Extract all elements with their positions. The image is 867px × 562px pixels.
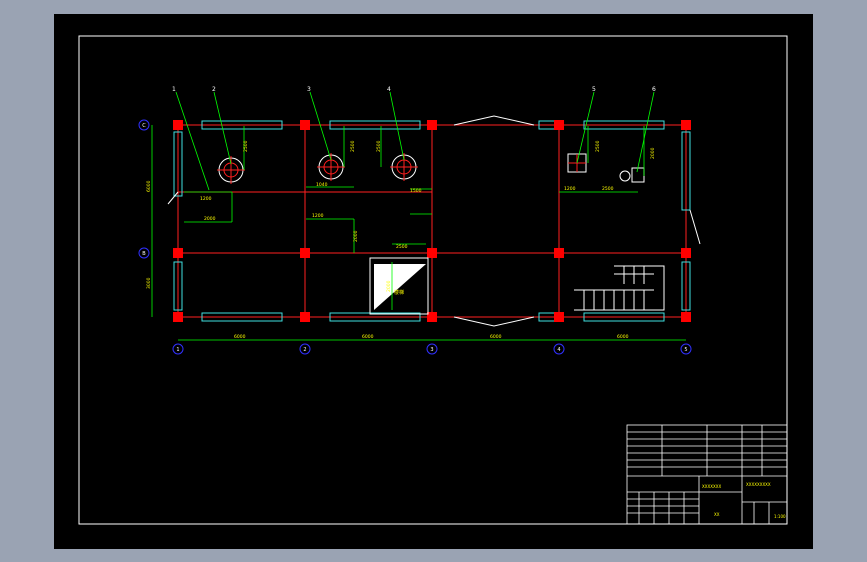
grid-label-3: 3 — [430, 347, 433, 353]
left-dim-top: 6000 — [146, 180, 152, 192]
callout-3: 3 — [307, 86, 311, 93]
project-name: XXXXXXX — [702, 484, 721, 489]
eq-dim-2: 2500 — [350, 140, 356, 152]
equipment-pumps — [217, 153, 418, 184]
misc-dim-2: 2000 — [204, 216, 216, 222]
cad-drawing: 楼梯 1 2 3 4 5 6 6000 6000 6000 6000 6000 … — [78, 35, 788, 525]
sheet-id: XX — [714, 512, 720, 517]
callouts: 1 2 3 4 5 6 — [172, 86, 656, 93]
eq-dim-5: 2000 — [650, 147, 656, 159]
stair-label: 楼梯 — [394, 289, 404, 296]
span-4-5: 6000 — [617, 334, 629, 340]
callout-4: 4 — [387, 86, 391, 93]
misc-dim-6: 2000 — [353, 230, 359, 242]
inner-border — [78, 35, 788, 525]
drawing-frame: 楼梯 1 2 3 4 5 6 6000 6000 6000 6000 6000 … — [54, 14, 813, 549]
grid-lines — [177, 124, 688, 318]
misc-dim-4: 1500 — [410, 188, 422, 194]
misc-dim-10: 2000 — [386, 280, 392, 292]
title-block — [626, 424, 788, 525]
callout-2: 2 — [212, 86, 216, 93]
grid-label-2: 2 — [303, 347, 306, 353]
misc-dim-7: 1200 — [564, 186, 576, 192]
drawing-title: XXXXXXXXX — [746, 482, 771, 487]
callout-1: 1 — [172, 86, 176, 93]
callout-5: 5 — [592, 86, 596, 93]
grid-bubble-labels: C B 1 2 3 4 5 — [142, 123, 687, 353]
title-block-text: XXXXXXX XXXXXXXXX 1:100 XX — [702, 482, 786, 519]
misc-dim-3: 1040 — [316, 182, 328, 188]
stair-opening: 楼梯 — [369, 257, 429, 315]
grid-label-5: 5 — [684, 347, 687, 353]
eq-dim-4: 2500 — [595, 140, 601, 152]
grid-label-4: 4 — [557, 347, 560, 353]
misc-dim-5: 1200 — [312, 213, 324, 219]
misc-dim-1: 1200 — [200, 196, 212, 202]
grid-label-C: C — [142, 123, 146, 129]
callout-6: 6 — [652, 86, 656, 93]
dimension-lines — [151, 125, 686, 341]
eq-dim-1: 2500 — [243, 140, 249, 152]
left-dim-bottom: 3000 — [146, 277, 152, 289]
span-3-4: 6000 — [490, 334, 502, 340]
equipment-boxes — [567, 153, 645, 183]
grid-bubbles — [138, 119, 692, 355]
misc-dim-8: 2500 — [602, 186, 614, 192]
grid-label-B: B — [142, 251, 146, 257]
grid-label-1: 1 — [176, 347, 179, 353]
span-1-2: 6000 — [234, 334, 246, 340]
stairs — [574, 265, 665, 311]
misc-dim-9: 2500 — [396, 244, 408, 250]
drawing-scale: 1:100 — [774, 514, 786, 519]
span-2-3: 6000 — [362, 334, 374, 340]
eq-dim-3: 2500 — [376, 140, 382, 152]
